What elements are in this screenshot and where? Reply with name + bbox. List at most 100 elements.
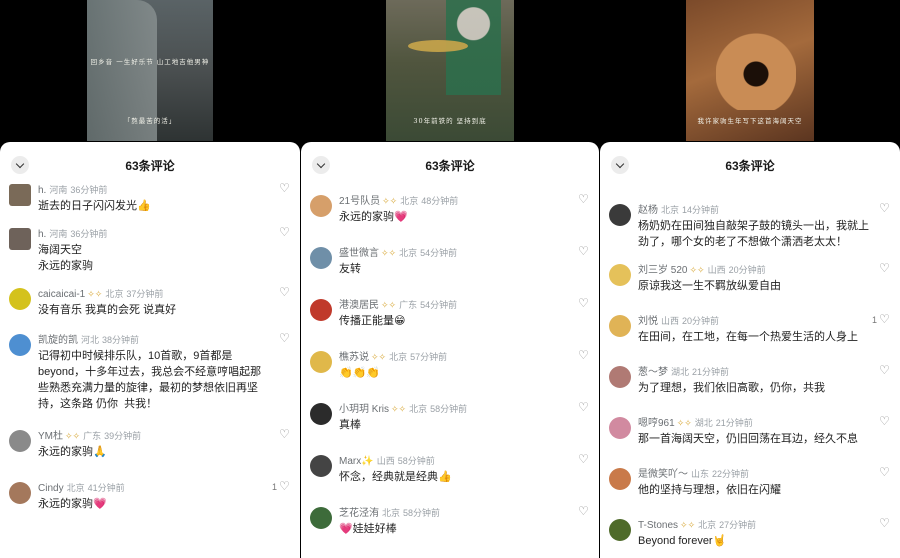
comment-item[interactable]: 葱～梦 湖北 21分钟前 为了理想，我们依旧高歌，仍你，共我 (600, 363, 900, 396)
heart-icon[interactable] (879, 414, 890, 428)
heart-icon[interactable] (879, 516, 890, 530)
avatar[interactable] (310, 403, 332, 425)
comment-author[interactable]: 小玥玥 Kris (339, 404, 389, 415)
avatar[interactable] (9, 430, 31, 452)
comment-item[interactable]: 刘三岁 520 ✧✧ 山西 20分钟前 原谅我这一生不羁放纵爱自由 (600, 261, 900, 294)
comment-author[interactable]: 刘悦 (638, 316, 658, 327)
like-button[interactable] (578, 452, 589, 466)
avatar[interactable] (9, 288, 31, 310)
comment-item[interactable]: 凯旋的凯 河北 38分钟前 记得初中时候排乐队，10首歌，9首都是beyond，十多年… (0, 331, 300, 412)
comment-author[interactable]: Marx✨ (339, 456, 374, 467)
comment-author[interactable]: 是微笑吖～ (638, 469, 688, 480)
video-frame[interactable]: 回乡音 一生好乐节 山工地吉他男神 「熬最苦的活」 (87, 0, 213, 141)
comment-item[interactable]: Marx✨ 山西 58分钟前 怀念，经典就是经典👍 (301, 452, 599, 485)
comment-author[interactable]: 芝花泾洧 (339, 508, 379, 519)
comment-author[interactable]: 凯旋的凯 (38, 335, 78, 346)
comment-item[interactable]: 港澳居民 ✧✧ 广东 54分钟前 传播正能量😁 (301, 296, 599, 329)
avatar[interactable] (310, 195, 332, 217)
avatar[interactable] (310, 507, 332, 529)
like-button[interactable] (279, 427, 290, 441)
comment-item[interactable]: T-Stones ✧✧ 北京 27分钟前 Beyond forever🤘 (600, 516, 900, 549)
comment-item[interactable]: 小玥玥 Kris ✧✧ 北京 58分钟前 真棒 (301, 400, 599, 433)
comment-item[interactable]: 嗯哼961 ✧✧ 湖北 21分钟前 那一首海阔天空，仍旧回荡在耳边，经久不息 (600, 414, 900, 447)
heart-icon[interactable] (578, 452, 589, 466)
heart-icon[interactable] (578, 192, 589, 206)
comment-author[interactable]: h. (38, 229, 46, 240)
comment-item[interactable]: h. 河南 36分钟前 海阔天空 永远的家驹 (0, 225, 300, 274)
heart-icon[interactable] (879, 465, 890, 479)
like-button[interactable] (279, 285, 290, 299)
video-frame[interactable]: 我许家驹生年写下这首海阔天空 (686, 0, 814, 141)
avatar[interactable] (609, 468, 631, 490)
heart-icon[interactable] (279, 331, 290, 345)
avatar[interactable] (609, 519, 631, 541)
avatar[interactable] (310, 299, 332, 321)
heart-icon[interactable] (879, 201, 890, 215)
like-button[interactable] (879, 363, 890, 377)
like-button[interactable] (879, 414, 890, 428)
comment-author[interactable]: 港澳居民 (339, 300, 379, 311)
like-button[interactable] (578, 244, 589, 258)
comment-item[interactable]: Cindy 北京 41分钟前 永远的家驹💗 1 (0, 479, 300, 512)
heart-icon[interactable] (578, 296, 589, 310)
comment-author[interactable]: 赵杨 (638, 205, 658, 216)
avatar[interactable] (310, 351, 332, 373)
heart-icon[interactable] (578, 244, 589, 258)
comment-item[interactable]: YM杜 ✧✧ 广东 39分钟前 永远的家驹🙏 (0, 427, 300, 460)
video-area[interactable]: 我许家驹生年写下这首海阔天空 (600, 0, 900, 145)
video-frame[interactable]: 30年前铁的 坚持到底 (386, 0, 514, 141)
avatar[interactable] (9, 228, 31, 250)
avatar[interactable] (609, 264, 631, 286)
comment-item[interactable]: 芝花泾洧 北京 58分钟前 💗娃娃好棒 (301, 504, 599, 537)
avatar[interactable] (9, 334, 31, 356)
avatar[interactable] (609, 315, 631, 337)
comment-author[interactable]: Cindy (38, 483, 64, 494)
avatar[interactable] (609, 366, 631, 388)
comment-item[interactable]: caicaicai-1 ✧✧ 北京 37分钟前 没有音乐 我真的会死 说真好 (0, 285, 300, 318)
video-area[interactable]: 回乡音 一生好乐节 山工地吉他男神 「熬最苦的活」 (0, 0, 300, 145)
like-button[interactable]: 1 (272, 479, 290, 493)
like-button[interactable] (279, 225, 290, 239)
like-button[interactable] (879, 516, 890, 530)
comment-author[interactable]: 21号队员 (339, 196, 380, 207)
comment-author[interactable]: 盛世微言 (339, 248, 379, 259)
comment-item[interactable]: h. 河南 36分钟前 逝去的日子闪闪发光👍 (0, 181, 300, 214)
like-button[interactable] (879, 465, 890, 479)
heart-icon[interactable] (279, 479, 290, 493)
comment-item[interactable]: 是微笑吖～ 山东 22分钟前 他的坚持与理想，依旧在闪耀 (600, 465, 900, 498)
like-button[interactable]: 1 (872, 312, 890, 326)
avatar[interactable] (310, 455, 332, 477)
avatar[interactable] (310, 247, 332, 269)
like-button[interactable] (578, 296, 589, 310)
comment-item[interactable]: 赵杨 北京 14分钟前 杨奶奶在田间独自敲架子鼓的镜头一出，我就上劲了，哪个女的老了不… (600, 201, 900, 250)
like-button[interactable] (279, 331, 290, 345)
comment-author[interactable]: 嗯哼961 (638, 418, 675, 429)
like-button[interactable] (578, 348, 589, 362)
like-button[interactable] (279, 181, 290, 195)
avatar[interactable] (609, 417, 631, 439)
heart-icon[interactable] (279, 181, 290, 195)
comment-item[interactable]: 盛世微言 ✧✧ 北京 54分钟前 友转 (301, 244, 599, 277)
comment-author[interactable]: caicaicai-1 (38, 289, 85, 300)
comment-author[interactable]: 樵苏说 (339, 352, 369, 363)
heart-icon[interactable] (578, 400, 589, 414)
heart-icon[interactable] (578, 504, 589, 518)
heart-icon[interactable] (879, 261, 890, 275)
like-button[interactable] (578, 192, 589, 206)
comment-item[interactable]: 刘悦 山西 20分钟前 在田间，在工地，在每一个热爱生活的人身上 1 (600, 312, 900, 345)
heart-icon[interactable] (279, 225, 290, 239)
avatar[interactable] (609, 204, 631, 226)
heart-icon[interactable] (879, 312, 890, 326)
comment-author[interactable]: 刘三岁 520 (638, 265, 687, 276)
comment-item[interactable]: 21号队员 ✧✧ 北京 48分钟前 永远的家驹💗 (301, 192, 599, 225)
avatar[interactable] (9, 184, 31, 206)
like-button[interactable] (879, 261, 890, 275)
avatar[interactable] (9, 482, 31, 504)
like-button[interactable] (879, 201, 890, 215)
comment-author[interactable]: 葱～梦 (638, 367, 668, 378)
comment-item[interactable]: 樵苏说 ✧✧ 北京 57分钟前 👏👏👏 (301, 348, 599, 381)
heart-icon[interactable] (279, 285, 290, 299)
comment-author[interactable]: h. (38, 185, 46, 196)
like-button[interactable] (578, 504, 589, 518)
heart-icon[interactable] (578, 348, 589, 362)
